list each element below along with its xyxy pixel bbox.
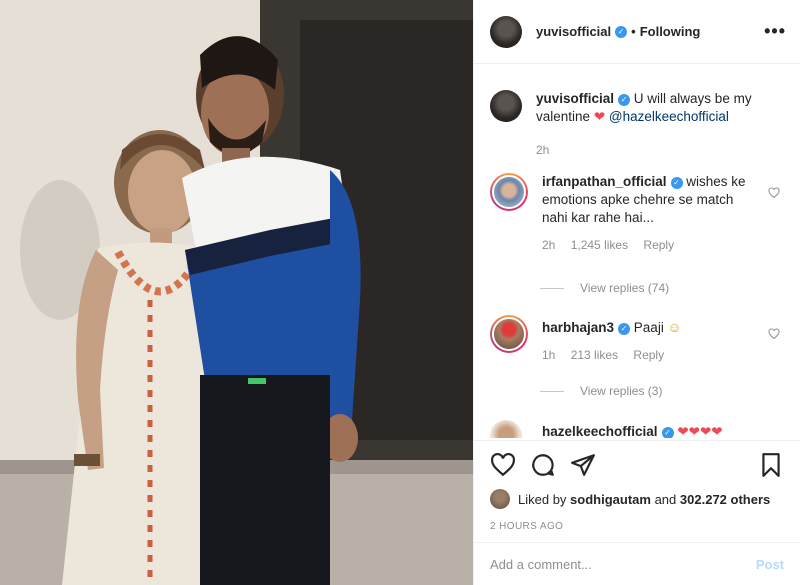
- comment-item: hazelkeechofficial ✓ ❤❤❤❤: [490, 420, 784, 438]
- liked-by-row: Liked by sodhigautam and 302.272 others: [490, 489, 784, 509]
- view-replies-button[interactable]: View replies (74): [540, 281, 669, 295]
- commenter-avatar[interactable]: [490, 420, 522, 438]
- post-actions: Liked by sodhigautam and 302.272 others …: [474, 440, 800, 542]
- post-time-ago[interactable]: 2 HOURS AGO: [490, 521, 784, 532]
- action-icons-row: [490, 441, 784, 489]
- more-options-icon[interactable]: •••: [764, 21, 786, 42]
- comment-item: irfanpathan_official ✓ wishes ke emotions…: [490, 173, 784, 252]
- comment-bubble-icon[interactable]: [530, 452, 556, 478]
- comment-like-heart-icon[interactable]: [768, 328, 780, 340]
- comment-text: irfanpathan_official ✓ wishes ke emotions…: [542, 173, 760, 227]
- verified-badge-icon: ✓: [618, 94, 631, 106]
- like-heart-icon[interactable]: [490, 452, 516, 478]
- share-plane-icon[interactable]: [570, 452, 596, 478]
- liked-by-prefix: Liked by: [518, 491, 567, 507]
- heart-emoji: ❤: [593, 109, 606, 124]
- caption-author-avatar[interactable]: [490, 90, 522, 122]
- replies-divider: [540, 287, 564, 289]
- separator-dot: •: [631, 24, 636, 39]
- caption-meta: 2h: [536, 143, 758, 157]
- view-replies-label[interactable]: View replies (3): [580, 384, 662, 398]
- smile-emoji: ☺: [667, 320, 682, 335]
- post-header: yuvisofficial ✓ • Following •••: [474, 0, 800, 64]
- post-photo[interactable]: [0, 0, 473, 585]
- add-comment-bar: Post: [474, 542, 800, 585]
- comment-likes[interactable]: 213 likes: [571, 348, 618, 362]
- comment-meta: 1h 213 likes Reply: [542, 348, 681, 362]
- instagram-post: yuvisofficial ✓ • Following ••• yuvisoff…: [0, 0, 800, 585]
- verified-badge-icon: ✓: [618, 323, 631, 335]
- comment-author[interactable]: hazelkeechofficial: [542, 424, 658, 438]
- caption-text: yuvisofficial ✓ U will always be my valen…: [536, 90, 758, 126]
- verified-badge-icon: ✓: [661, 427, 674, 438]
- post-comment-button[interactable]: Post: [756, 557, 784, 572]
- add-comment-input[interactable]: [490, 556, 756, 572]
- view-replies-label[interactable]: View replies (74): [580, 281, 669, 295]
- comment-likes[interactable]: 1,245 likes: [571, 238, 628, 252]
- save-bookmark-icon[interactable]: [758, 452, 784, 478]
- author-avatar[interactable]: [490, 15, 522, 48]
- caption: yuvisofficial ✓ U will always be my valen…: [490, 90, 784, 157]
- verified-badge-icon: ✓: [670, 177, 683, 189]
- verified-badge-icon: ✓: [615, 25, 628, 38]
- comment-item: harbhajan3 ✓ Paaji ☺ 1h 213 likes Reply: [490, 315, 784, 362]
- comment-author[interactable]: irfanpathan_official: [542, 174, 667, 189]
- liked-by-joiner: and: [654, 491, 677, 507]
- author-username[interactable]: yuvisofficial: [536, 24, 611, 39]
- caption-time: 2h: [536, 143, 550, 157]
- reply-button[interactable]: Reply: [643, 238, 674, 252]
- liked-by-others[interactable]: 302.272 others: [680, 492, 770, 507]
- comment-time: 2h: [542, 238, 556, 252]
- commenter-avatar[interactable]: [490, 173, 528, 211]
- following-button[interactable]: Following: [640, 24, 701, 39]
- couple-photo: [0, 0, 473, 585]
- comment-meta: 2h 1,245 likes Reply: [542, 238, 760, 252]
- replies-divider: [540, 390, 564, 392]
- comments-list[interactable]: yuvisofficial ✓ U will always be my valen…: [474, 65, 800, 438]
- liked-by-user[interactable]: sodhigautam: [570, 492, 651, 507]
- comment-time: 1h: [542, 348, 556, 362]
- liker-avatar[interactable]: [490, 489, 510, 509]
- caption-mention[interactable]: @hazelkeechofficial: [609, 109, 729, 124]
- caption-author[interactable]: yuvisofficial: [536, 91, 614, 106]
- comment-text: hazelkeechofficial ✓ ❤❤❤❤: [542, 423, 723, 438]
- comment-text: harbhajan3 ✓ Paaji ☺: [542, 319, 681, 337]
- commenter-avatar[interactable]: [490, 315, 528, 353]
- comment-like-heart-icon[interactable]: [768, 187, 780, 199]
- reply-button[interactable]: Reply: [633, 348, 664, 362]
- comment-body: Paaji: [633, 320, 664, 335]
- view-replies-button[interactable]: View replies (3): [540, 384, 662, 398]
- post-side-panel: yuvisofficial ✓ • Following ••• yuvisoff…: [473, 0, 800, 585]
- comment-author[interactable]: harbhajan3: [542, 320, 614, 335]
- comment-body: ❤❤❤❤: [677, 424, 723, 438]
